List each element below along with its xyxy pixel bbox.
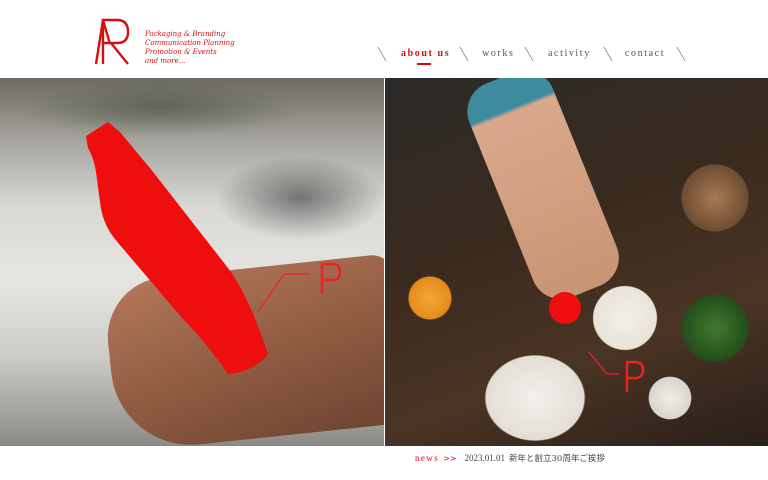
- red-bottle-icon: [86, 122, 268, 374]
- hand-holding-red-bottle-photo: [0, 78, 384, 446]
- food-table-overhead-photo: [385, 78, 768, 446]
- nav-separator: [524, 46, 534, 62]
- news-date: 2023.01.01: [464, 453, 506, 463]
- nav-separator: [676, 46, 686, 62]
- news-title-link[interactable]: 新年と創立30周年ご挨拶: [509, 454, 605, 464]
- nav-active-indicator: [417, 63, 431, 65]
- site-header: Packaging & Branding Communication Plann…: [0, 0, 768, 78]
- tagline: Packaging & Branding Communication Plann…: [145, 30, 235, 66]
- red-p-mark-icon: [588, 351, 645, 392]
- hero-section: [0, 78, 768, 446]
- nav-item-about-us[interactable]: about us: [401, 48, 450, 59]
- nav-separator: [459, 46, 469, 62]
- news-label[interactable]: news: [415, 453, 439, 463]
- tagline-line: Promotion & Events: [145, 48, 217, 56]
- nav-separator: [377, 46, 387, 62]
- red-p-mark-icon: [257, 262, 342, 313]
- nav-separator: [603, 46, 613, 62]
- nav-item-contact[interactable]: contact: [625, 48, 665, 59]
- tagline-line: Communication Planning: [145, 39, 235, 47]
- news-arrow-icon[interactable]: >>: [443, 454, 456, 463]
- arm-shape: [458, 78, 628, 309]
- nav-item-works[interactable]: works: [482, 48, 514, 59]
- tagline-line: Packaging & Branding: [145, 30, 226, 38]
- ra-monogram-logo[interactable]: [95, 14, 131, 66]
- main-nav: about us works activity contact: [372, 44, 692, 66]
- news-ticker[interactable]: news >> 2023.01.01 新年と創立30周年ご挨拶: [415, 452, 605, 466]
- red-cap-icon: [549, 292, 581, 324]
- tagline-line: and more...: [145, 57, 186, 65]
- nav-item-activity[interactable]: activity: [548, 48, 591, 59]
